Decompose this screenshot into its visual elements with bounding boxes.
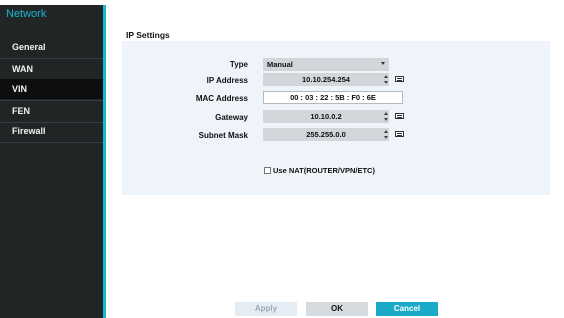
type-value: Manual: [267, 60, 293, 69]
apply-button[interactable]: Apply: [235, 302, 297, 316]
ip-address-stepper[interactable]: [384, 73, 390, 86]
keyboard-icon[interactable]: [395, 113, 404, 119]
sidebar-title: Network: [6, 8, 47, 20]
sidebar-item-firewall[interactable]: Firewall: [0, 121, 103, 141]
section-title: IP Settings: [126, 30, 170, 40]
arrow-up-icon[interactable]: [384, 130, 388, 133]
sidebar-divider: [0, 142, 103, 143]
keyboard-icon[interactable]: [395, 76, 404, 82]
ip-address-field[interactable]: 10.10.254.254: [263, 73, 389, 86]
ip-address-label: IP Address: [206, 76, 248, 85]
use-nat-label[interactable]: Use NAT(ROUTER/VPN/ETC): [273, 166, 375, 175]
sidebar-item-vin[interactable]: VIN: [0, 79, 103, 99]
gateway-field[interactable]: 10.10.0.2: [263, 110, 389, 123]
sidebar-accent-bar: [103, 5, 106, 318]
mac-address-label: MAC Address: [195, 94, 248, 103]
type-dropdown[interactable]: Manual: [263, 58, 389, 71]
arrow-up-icon[interactable]: [384, 75, 388, 78]
arrow-down-icon[interactable]: [384, 118, 388, 121]
subnet-mask-stepper[interactable]: [384, 128, 390, 141]
ok-button[interactable]: OK: [306, 302, 368, 316]
sidebar-item-fen[interactable]: FEN: [0, 101, 103, 121]
subnet-mask-field[interactable]: 255.255.0.0: [263, 128, 389, 141]
arrow-down-icon[interactable]: [384, 136, 388, 139]
keyboard-icon[interactable]: [395, 131, 404, 137]
type-label: Type: [229, 60, 248, 69]
arrow-down-icon[interactable]: [384, 81, 388, 84]
arrow-up-icon[interactable]: [384, 112, 388, 115]
gateway-stepper[interactable]: [384, 110, 390, 123]
network-settings-window: Network General WAN VIN FEN Firewall IP …: [0, 0, 564, 318]
use-nat-checkbox[interactable]: [264, 167, 271, 174]
sidebar-item-general[interactable]: General: [0, 37, 103, 57]
mac-address-field: 00 : 03 : 22 : 5B : F0 : 6E: [263, 91, 403, 104]
chevron-down-icon: [381, 62, 385, 65]
gateway-label: Gateway: [215, 113, 248, 122]
sidebar-item-wan[interactable]: WAN: [0, 59, 103, 79]
cancel-button[interactable]: Cancel: [376, 302, 438, 316]
subnet-mask-label: Subnet Mask: [198, 131, 248, 140]
